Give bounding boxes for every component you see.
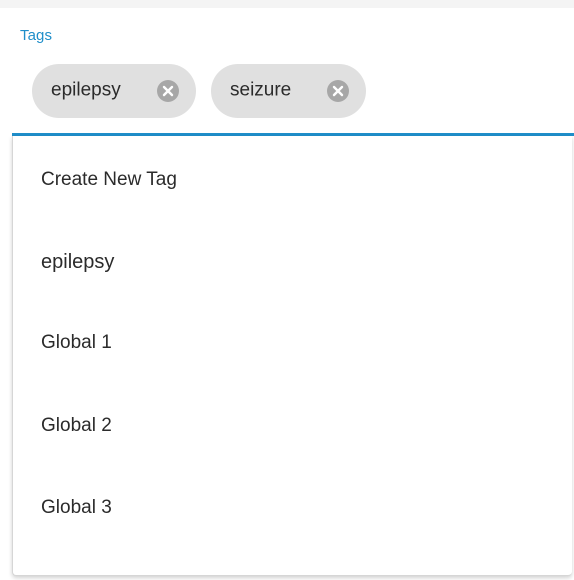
- tags-autocomplete-page: Tags epilepsy seizure Create New Tag epi…: [0, 0, 574, 580]
- menu-item-create-new-tag[interactable]: Create New Tag: [13, 136, 573, 218]
- close-circle-icon[interactable]: [157, 80, 179, 102]
- tags-field-label: Tags: [20, 27, 53, 44]
- close-circle-icon[interactable]: [327, 80, 349, 102]
- menu-item-label: epilepsy: [41, 251, 115, 273]
- menu-item-global-3[interactable]: Global 3: [13, 464, 573, 546]
- menu-item-epilepsy[interactable]: epilepsy: [13, 218, 573, 300]
- menu-item-label: Global 3: [41, 497, 112, 518]
- menu-item-label: Global 2: [41, 415, 112, 436]
- tag-suggestions-menu: Create New Tag epilepsy Global 1 Global …: [12, 136, 572, 576]
- tag-chip-epilepsy[interactable]: epilepsy: [32, 64, 196, 118]
- menu-item-global-2[interactable]: Global 2: [13, 382, 573, 464]
- tag-chip-label: seizure: [230, 79, 292, 101]
- menu-item-label: Create New Tag: [41, 169, 177, 190]
- top-strip: [0, 0, 574, 8]
- tag-chip-seizure[interactable]: seizure: [211, 64, 366, 118]
- menu-item-label: Global 1: [41, 332, 112, 353]
- menu-item-global-1[interactable]: Global 1: [13, 300, 573, 382]
- tag-chip-label: epilepsy: [51, 79, 121, 101]
